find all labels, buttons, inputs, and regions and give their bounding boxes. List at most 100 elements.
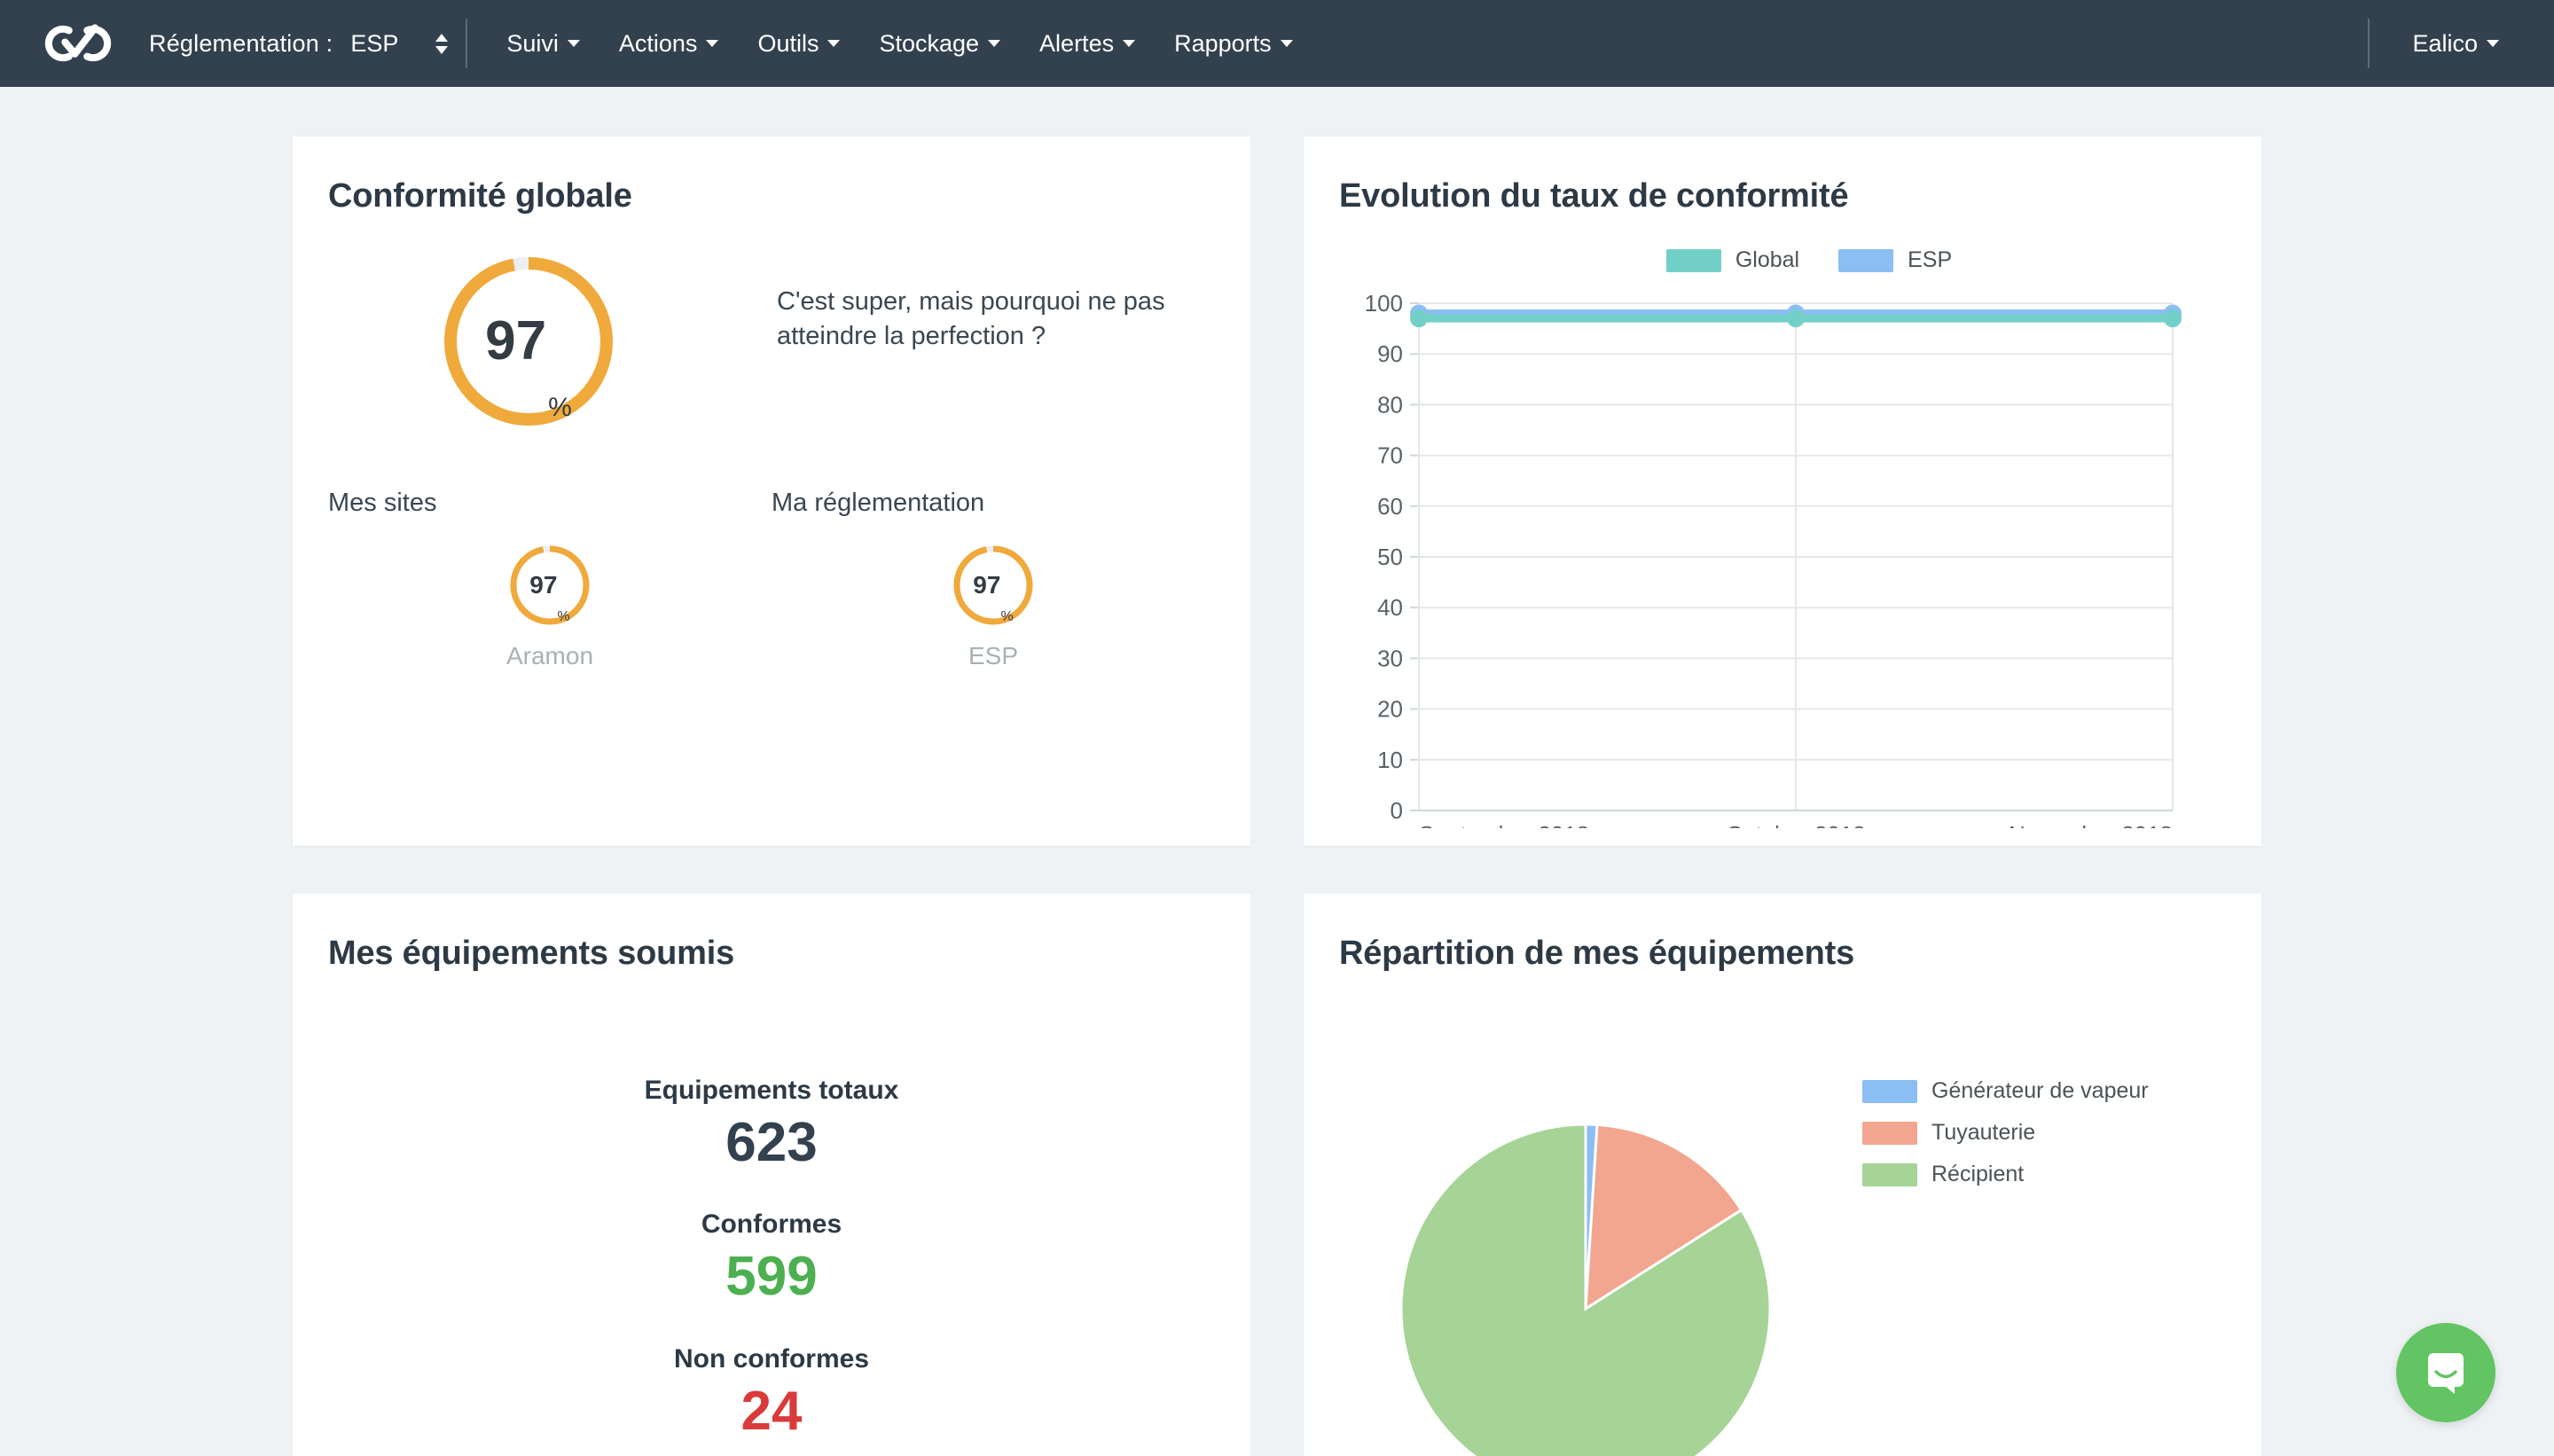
legend-item-global[interactable]: Global (1665, 247, 1800, 273)
nav-item-label: Suivi (506, 29, 559, 57)
gauge-value-group: 97 % (951, 543, 1036, 628)
svg-text:70: 70 (1377, 442, 1403, 469)
svg-text:60: 60 (1377, 493, 1403, 520)
gauge-value-group: 97 % (440, 253, 617, 430)
svg-text:50: 50 (1377, 544, 1403, 570)
svg-text:100: 100 (1365, 290, 1403, 317)
brand-logo-icon[interactable] (39, 19, 117, 68)
stat-value-conformes: 599 (725, 1246, 818, 1308)
stat-value-total: 623 (725, 1112, 818, 1173)
conformite-top-row: 97 % C'est super, mais pourquoi ne pas a… (328, 253, 1215, 430)
chevron-down-icon (567, 40, 580, 47)
legend-swatch-icon (1862, 1121, 1917, 1145)
user-menu-label: Ealico (2412, 29, 2478, 57)
legend-label: Tuyauterie (1931, 1120, 2036, 1145)
nav-item-label: Stockage (879, 29, 980, 57)
legend-swatch-icon (1862, 1162, 1917, 1186)
nav-item-stockage[interactable]: Stockage (859, 30, 1020, 58)
intercom-chat-launcher-button[interactable] (2396, 1323, 2495, 1422)
pie-slice[interactable] (1399, 1123, 1772, 1456)
reglementation-value: ESP (350, 29, 399, 57)
intercom-chat-icon (2428, 1353, 2464, 1394)
chevron-down-icon (988, 40, 1001, 47)
gauge-unit: % (557, 609, 570, 624)
subsection-ma-reglementation: Ma réglementation 97 % ESP (772, 489, 1215, 670)
line-chart-legend: Global ESP (1392, 247, 2226, 273)
legend-item-recipient[interactable]: Récipient (1862, 1162, 2149, 1187)
navbar-divider-right (2368, 19, 2370, 68)
chevron-down-icon (1280, 40, 1293, 47)
nav-item-rapports[interactable]: Rapports (1155, 30, 1312, 58)
svg-text:20: 20 (1377, 696, 1403, 723)
stat-value-non-conformes: 24 (740, 1380, 803, 1442)
legend-label: Générateur de vapeur (1931, 1078, 2149, 1103)
top-navbar: Réglementation : ESP Suivi Actions Outil… (0, 0, 2554, 87)
card-evolution-conformite: Evolution du taux de conformité Global E… (1304, 137, 2261, 846)
page-title-evolution: Evolution du taux de conformité (1339, 177, 1849, 215)
legend-item-esp[interactable]: ESP (1838, 247, 1952, 273)
legend-swatch-icon (1862, 1079, 1917, 1103)
nav-item-label: Alertes (1039, 29, 1115, 57)
gauge-ma-reglementation: 97 % (951, 543, 1036, 628)
nav-item-suivi[interactable]: Suivi (487, 30, 599, 58)
nav-item-label: Outils (757, 29, 819, 57)
svg-text:Novembre 2018: Novembre 2018 (2009, 821, 2173, 828)
legend-swatch-icon (1838, 248, 1894, 272)
conformite-message: C'est super, mais pourquoi ne pas attein… (777, 287, 1165, 351)
page-title-repartition: Répartition de mes équipements (1339, 935, 1855, 972)
up-down-stepper-icon[interactable] (430, 24, 453, 63)
svg-text:Octobre 2018: Octobre 2018 (1726, 821, 1866, 828)
card-repartition-equipements: Répartition de mes équipements Générateu… (1304, 894, 2261, 1456)
navbar-menu: Suivi Actions Outils Stockage Alertes Ra… (487, 30, 1312, 58)
chevron-down-icon (1123, 40, 1136, 47)
gauge-unit: % (548, 393, 572, 422)
nav-item-alertes[interactable]: Alertes (1020, 30, 1155, 58)
subsection-title: Ma réglementation (772, 489, 985, 517)
legend-label: Global (1735, 247, 1800, 272)
svg-text:10: 10 (1377, 747, 1403, 773)
gauge-value: 97 (973, 571, 1001, 599)
page-title-equipements: Mes équipements soumis (328, 935, 735, 972)
nav-item-actions[interactable]: Actions (599, 30, 739, 58)
svg-text:30: 30 (1377, 645, 1403, 671)
conformite-subsections: Mes sites 97 % Aramon Ma réglementation (328, 489, 1215, 670)
pie-chart-plot (1399, 1123, 1772, 1456)
subsection-entity-name: Aramon (505, 642, 594, 669)
gauge-unit: % (1000, 609, 1014, 624)
legend-item-tuyauterie[interactable]: Tuyauterie (1862, 1120, 2149, 1146)
gauge-value-group: 97 % (507, 543, 592, 628)
equipements-stats: Equipements totaux 623 Conformes 599 Non… (328, 973, 1215, 1443)
svg-text:Septembre 2018: Septembre 2018 (1419, 821, 1589, 828)
legend-swatch-icon (1665, 248, 1721, 272)
user-menu-ealico[interactable]: Ealico (2393, 30, 2519, 58)
dashboard-grid: Conformité globale 97 % C'est super, mai… (0, 87, 2554, 1456)
nav-item-label: Actions (618, 29, 698, 57)
gauge-value: 97 (529, 571, 558, 599)
card-mes-equipements-soumis: Mes équipements soumis Equipements totau… (293, 894, 1250, 1456)
stat-label-non-conformes: Non conformes (673, 1343, 870, 1374)
line-chart-plot: 0 10 20 30 40 50 60 70 80 90 100 Septembre 2018 Oct… (1339, 278, 2226, 828)
subsection-title: Mes sites (328, 489, 437, 517)
reglementation-selector[interactable]: Réglementation : ESP (149, 24, 453, 63)
svg-text:40: 40 (1377, 594, 1403, 621)
card-conformite-globale: Conformité globale 97 % C'est super, mai… (293, 137, 1250, 846)
nav-item-outils[interactable]: Outils (738, 30, 859, 58)
gauge-conformite-globale: 97 % (440, 253, 617, 430)
subsection-entity-name: ESP (968, 642, 1019, 669)
chevron-down-icon (2487, 40, 2499, 47)
legend-label: Récipient (1931, 1162, 2025, 1186)
reglementation-label: Réglementation : (149, 29, 333, 57)
nav-item-label: Rapports (1174, 29, 1272, 57)
page-title-conformite: Conformité globale (328, 177, 632, 215)
pie-chart-legend: Générateur de vapeur Tuyauterie Récipien… (1862, 1078, 2149, 1203)
navbar-divider (466, 19, 468, 68)
legend-item-generateur-de-vapeur[interactable]: Générateur de vapeur (1862, 1078, 2149, 1104)
subsection-mes-sites: Mes sites 97 % Aramon (328, 489, 772, 670)
svg-text:90: 90 (1377, 341, 1403, 367)
navbar-right: Ealico (2368, 19, 2519, 68)
gauge-value: 97 (485, 310, 547, 372)
stat-label-total: Equipements totaux (644, 1076, 899, 1105)
gauge-mes-sites: 97 % (507, 543, 592, 628)
stat-label-conformes: Conformes (701, 1209, 842, 1240)
chevron-down-icon (827, 40, 841, 47)
